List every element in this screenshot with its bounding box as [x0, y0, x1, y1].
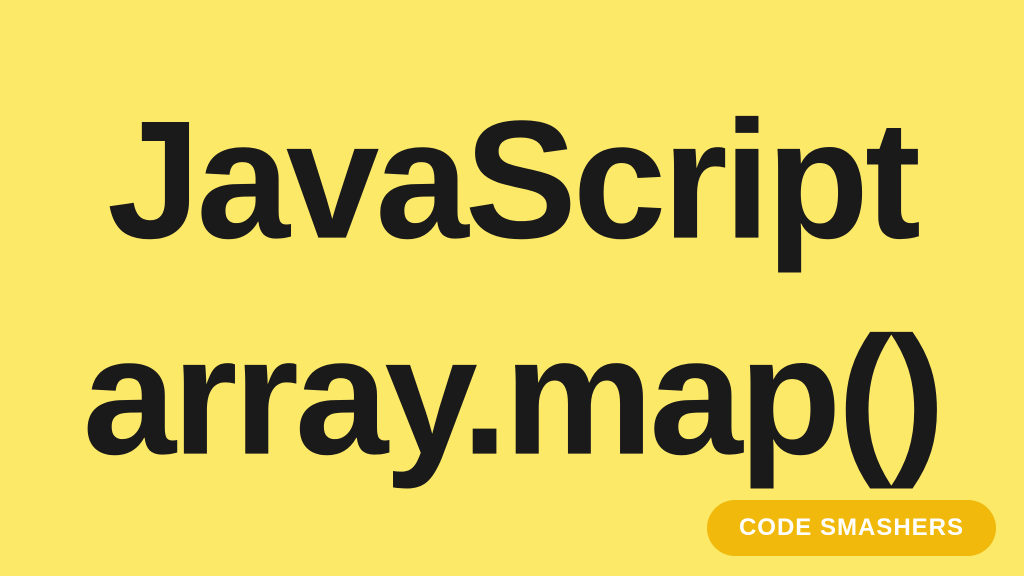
title-container: JavaScript array.map()	[0, 92, 1024, 485]
title-line-1: JavaScript	[0, 92, 1024, 268]
title-line-2: array.map()	[0, 308, 1024, 484]
brand-badge: CODE SMASHERS	[707, 500, 996, 556]
